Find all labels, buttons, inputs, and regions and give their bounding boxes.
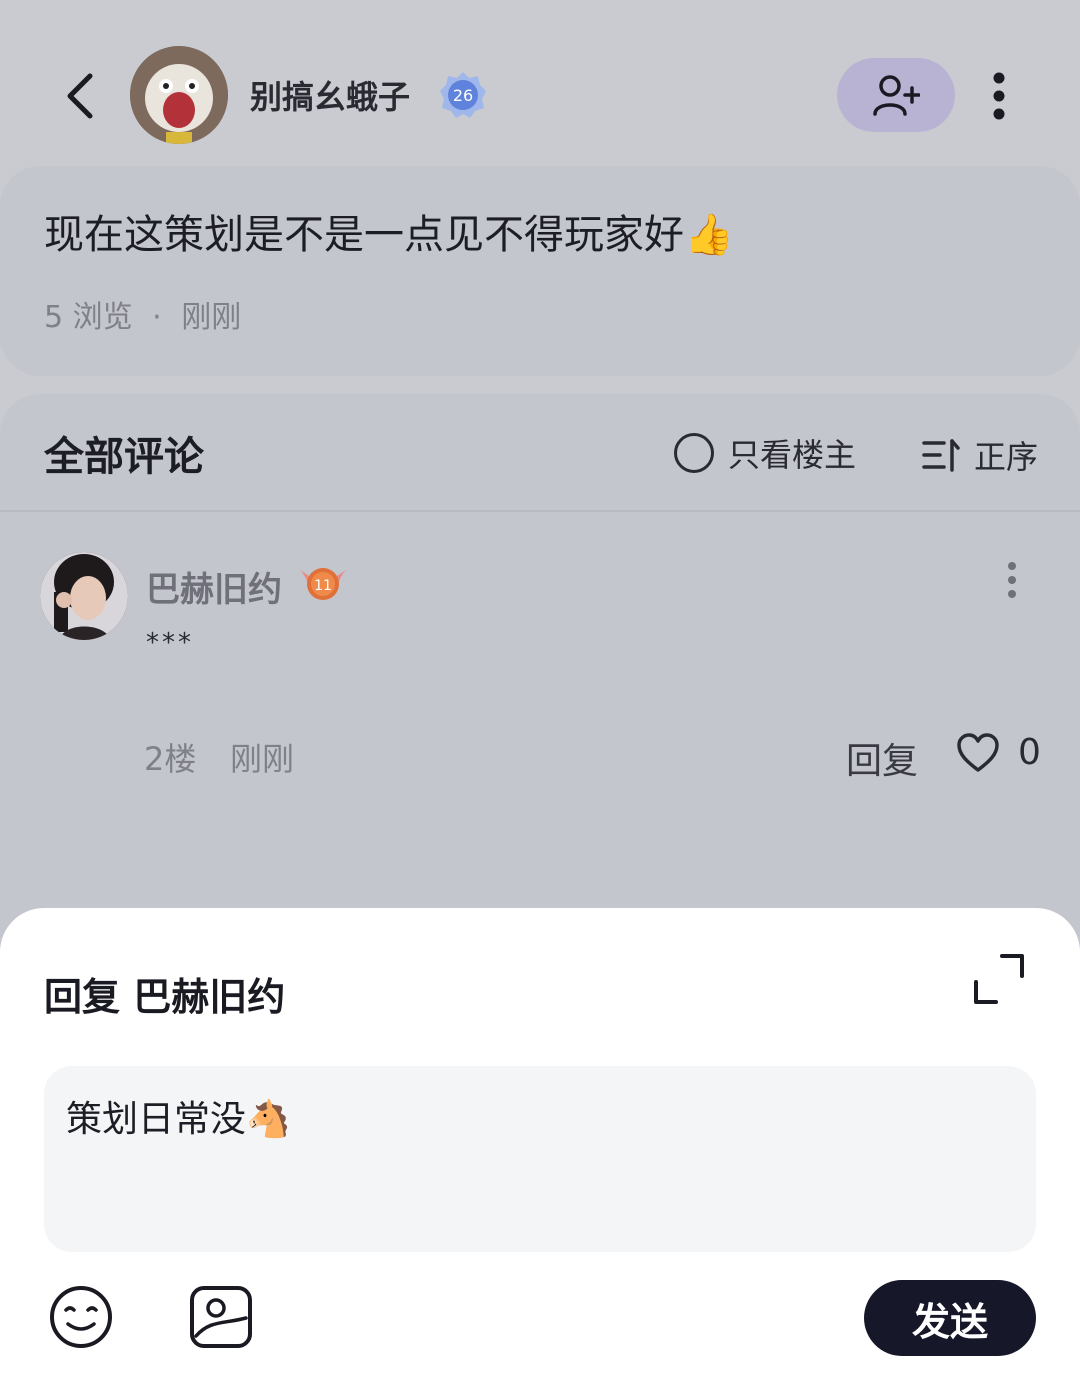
comment-more-button[interactable] [1000, 560, 1024, 600]
comment-time: 刚刚 [230, 740, 295, 778]
reply-sheet-title: 回复 巴赫旧约 [44, 975, 286, 1019]
send-button[interactable]: 发送 [864, 1280, 1036, 1356]
commenter-level-badge: 11 [296, 560, 350, 606]
comment-floor: 2楼 [144, 740, 197, 778]
level-badge: 26 [438, 70, 488, 120]
author-avatar[interactable] [130, 46, 228, 144]
more-vertical-icon [993, 72, 1005, 120]
expand-icon [974, 954, 1024, 1004]
meta-separator: · [152, 300, 162, 335]
sort-label: 正序 [974, 438, 1039, 476]
post-card [0, 166, 1080, 376]
owner-only-label: 只看楼主 [728, 436, 857, 474]
post-content: 现在这策划是不是一点见不得玩家好👍 [44, 212, 734, 258]
expand-button[interactable] [972, 952, 1026, 1006]
emoji-icon [50, 1286, 112, 1348]
post-meta: 5 浏览 · 刚刚 [44, 292, 241, 336]
more-vertical-icon [1008, 562, 1016, 598]
commenter-name[interactable]: 巴赫旧约 [146, 562, 282, 611]
divider [0, 510, 1080, 512]
radio-circle-icon [674, 433, 714, 473]
reply-input-text[interactable]: 策划日常没🐴 [66, 1090, 291, 1142]
image-button[interactable] [188, 1284, 254, 1350]
like-count: 0 [1018, 732, 1041, 773]
back-button[interactable] [60, 70, 100, 122]
chevron-left-icon [67, 73, 93, 119]
sort-icon [922, 439, 960, 472]
user-plus-icon [873, 75, 920, 116]
image-icon [190, 1286, 252, 1348]
view-count: 5 浏览 [44, 300, 133, 335]
author-name[interactable]: 别搞幺蛾子 [250, 72, 410, 118]
owner-only-toggle[interactable]: 只看楼主 [674, 430, 856, 476]
comments-title: 全部评论 [44, 434, 204, 480]
commenter-avatar[interactable] [40, 552, 128, 640]
heart-icon [957, 732, 999, 772]
comments-panel [0, 394, 1080, 994]
reply-button[interactable]: 回复 [846, 732, 918, 784]
follow-button[interactable] [837, 58, 955, 132]
emoji-button[interactable] [48, 1284, 114, 1350]
sort-button[interactable]: 正序 [922, 432, 1038, 478]
like-button[interactable]: 0 [956, 732, 1041, 773]
more-options-button[interactable] [982, 70, 1016, 122]
svg-text:26: 26 [453, 86, 473, 105]
comment-text: *** [146, 628, 194, 658]
post-time: 刚刚 [181, 300, 242, 335]
svg-text:11: 11 [314, 578, 332, 594]
